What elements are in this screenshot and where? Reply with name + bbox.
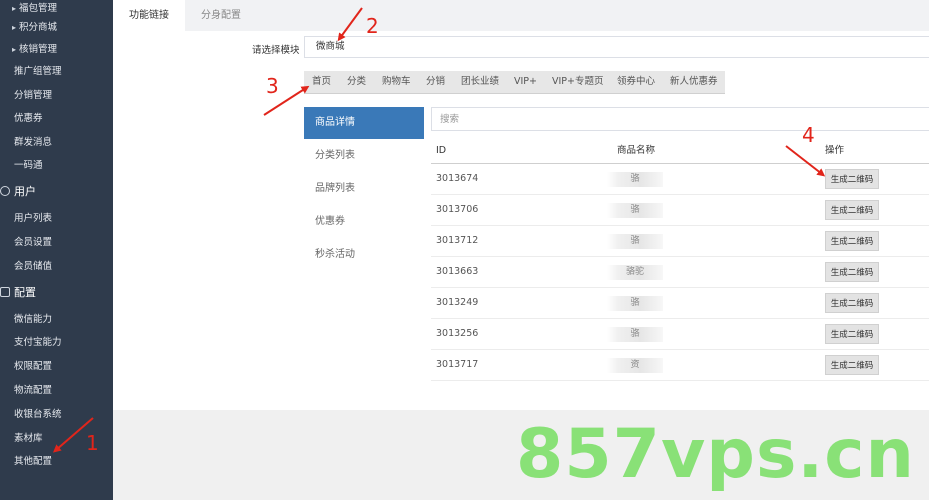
page-nav-coupon-center[interactable]: 领券中心	[617, 71, 655, 93]
row-name: 骆	[607, 327, 663, 342]
generate-qr-button[interactable]: 生成二维码	[825, 169, 879, 189]
page-nav-distribution[interactable]: 分销	[426, 71, 445, 93]
sidebar-item-one-code[interactable]: 一码通	[14, 157, 43, 171]
sidebar-item-other-config[interactable]: 其他配置	[14, 453, 52, 467]
table-row: 3013706 骆 生成二维码	[431, 195, 929, 226]
row-id: 3013712	[436, 235, 479, 246]
sidebar-item-distribution[interactable]: 分销管理	[14, 87, 52, 101]
header-action: 操作	[825, 145, 845, 156]
gear-icon	[0, 287, 10, 297]
annotation-number-3: 3	[266, 74, 279, 98]
sidebar-section-config[interactable]: 配置	[0, 284, 36, 300]
table-row: 3013663 骆驼 生成二维码	[431, 257, 929, 288]
table-row: 3013717 资 生成二维码	[431, 350, 929, 381]
page-nav-vip-topic[interactable]: VIP+专题页	[552, 71, 604, 93]
sidebar-section-config-label: 配置	[14, 286, 36, 299]
sidebar-item-bonus[interactable]: 福包管理	[12, 0, 57, 14]
search-input[interactable]	[431, 107, 929, 131]
page-nav-vip[interactable]: VIP+	[514, 71, 537, 93]
row-name: 骆	[607, 296, 663, 311]
row-id: 3013674	[436, 173, 479, 184]
table-row: 3013674 骆 生成二维码	[431, 164, 929, 195]
generate-qr-button[interactable]: 生成二维码	[825, 324, 879, 344]
page-nav-leader-performance[interactable]: 团长业绩	[461, 71, 499, 93]
tab-bar: 功能链接 分身配置	[113, 0, 929, 31]
page-nav-cart[interactable]: 购物车	[382, 71, 411, 93]
annotation-number-2: 2	[366, 14, 379, 38]
sidebar-item-member-balance[interactable]: 会员储值	[14, 258, 52, 272]
main-panel: 功能链接 分身配置 请选择模块 微商城 首页 分类 购物车 分销 团长业绩 VI…	[113, 0, 929, 410]
sidebar: 福包管理 积分商城 核销管理 推广组管理 分销管理 优惠券 群发消息 一码通 用…	[0, 0, 113, 500]
page-nav-strip: 首页 分类 购物车 分销 团长业绩 VIP+ VIP+专题页 领券中心 新人优惠…	[304, 71, 725, 94]
generate-qr-button[interactable]: 生成二维码	[825, 355, 879, 375]
sidebar-item-alipay[interactable]: 支付宝能力	[14, 334, 62, 348]
menu-flash-sale[interactable]: 秒杀活动	[304, 239, 424, 271]
tab-clone-config[interactable]: 分身配置	[185, 0, 257, 31]
sidebar-item-wechat[interactable]: 微信能力	[14, 311, 52, 325]
row-name: 骆驼	[607, 265, 663, 280]
annotation-number-1: 1	[86, 431, 99, 455]
table-row: 3013249 骆 生成二维码	[431, 288, 929, 319]
sidebar-section-user-label: 用户	[14, 185, 36, 198]
generate-qr-button[interactable]: 生成二维码	[825, 231, 879, 251]
table-row: 3013712 骆 生成二维码	[431, 226, 929, 257]
sidebar-item-promo-group[interactable]: 推广组管理	[14, 63, 62, 77]
row-id: 3013706	[436, 204, 479, 215]
header-name: 商品名称	[617, 145, 656, 156]
row-name: 骆	[607, 203, 663, 218]
row-id: 3013717	[436, 359, 479, 370]
row-id: 3013256	[436, 328, 479, 339]
row-name: 骆	[607, 172, 663, 187]
page-nav-category[interactable]: 分类	[347, 71, 366, 93]
row-id: 3013249	[436, 297, 479, 308]
generate-qr-button[interactable]: 生成二维码	[825, 262, 879, 282]
page-nav-home[interactable]: 首页	[312, 71, 331, 93]
tab-function-links[interactable]: 功能链接	[113, 0, 185, 31]
sidebar-item-coupons[interactable]: 优惠券	[14, 110, 43, 124]
sidebar-item-materials[interactable]: 素材库	[14, 430, 43, 444]
header-id: ID	[436, 145, 447, 156]
sidebar-item-logistics[interactable]: 物流配置	[14, 382, 52, 396]
module-select-label: 请选择模块	[252, 45, 300, 56]
annotation-number-4: 4	[802, 123, 815, 147]
table-row: 3013256 骆 生成二维码	[431, 319, 929, 350]
menu-product-detail[interactable]: 商品详情	[304, 107, 424, 139]
user-icon	[0, 186, 10, 196]
menu-coupons[interactable]: 优惠券	[304, 206, 424, 238]
menu-brand-list[interactable]: 品牌列表	[304, 173, 424, 205]
sidebar-item-user-list[interactable]: 用户列表	[14, 210, 52, 224]
page-nav-newcomer-coupon[interactable]: 新人优惠券	[670, 71, 718, 93]
sidebar-item-points-mall[interactable]: 积分商城	[12, 19, 57, 33]
menu-category-list[interactable]: 分类列表	[304, 140, 424, 172]
generate-qr-button[interactable]: 生成二维码	[825, 293, 879, 313]
sidebar-item-member-settings[interactable]: 会员设置	[14, 234, 52, 248]
watermark-text: 857vps.cn	[516, 415, 915, 494]
sidebar-item-permissions[interactable]: 权限配置	[14, 358, 52, 372]
sidebar-item-cashier[interactable]: 收银台系统	[14, 406, 62, 420]
row-id: 3013663	[436, 266, 479, 277]
row-name: 骆	[607, 234, 663, 249]
sidebar-section-user[interactable]: 用户	[0, 183, 36, 199]
generate-qr-button[interactable]: 生成二维码	[825, 200, 879, 220]
sidebar-item-writeoff[interactable]: 核销管理	[12, 41, 57, 55]
module-select-input[interactable]: 微商城	[304, 36, 929, 58]
sidebar-item-mass-message[interactable]: 群发消息	[14, 134, 52, 148]
row-name: 资	[607, 358, 663, 373]
